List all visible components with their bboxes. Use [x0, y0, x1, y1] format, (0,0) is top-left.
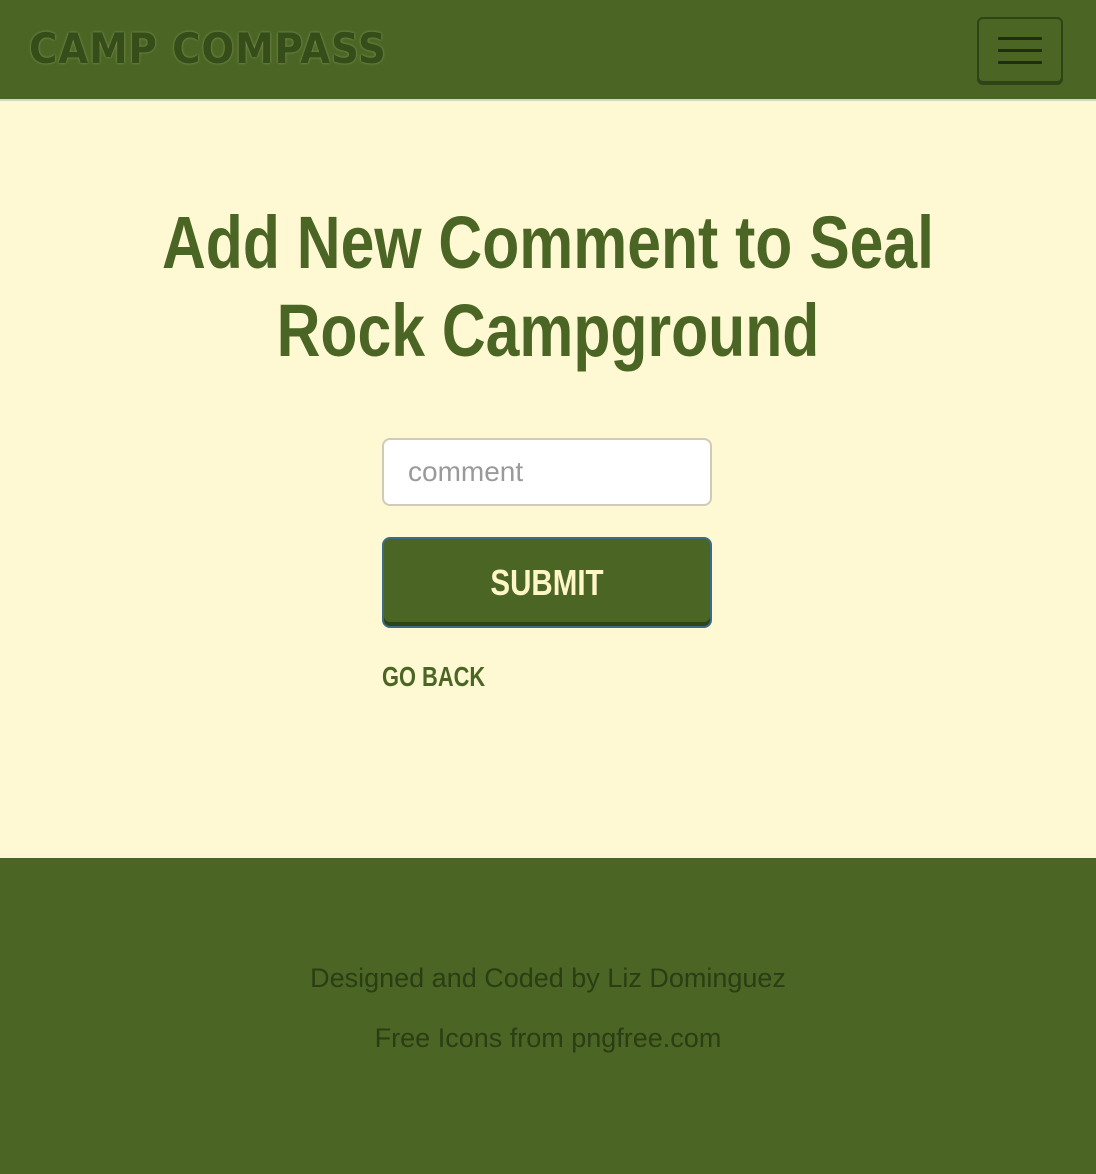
footer-credit: Designed and Coded by Liz Dominguez	[310, 963, 786, 993]
main-content: Add New Comment to Seal Rock Campground …	[0, 101, 1096, 858]
comment-input[interactable]	[382, 438, 712, 506]
go-back-link[interactable]: GO BACK	[382, 659, 485, 695]
brand-logo-link[interactable]: CAMP COMPASS	[29, 24, 387, 74]
submit-button[interactable]: SUBMIT	[382, 537, 712, 628]
page-title: Add New Comment to Seal Rock Campground	[161, 201, 935, 372]
hamburger-menu-button[interactable]	[977, 17, 1063, 83]
hamburger-menu-icon-bar	[998, 61, 1042, 64]
hamburger-menu-icon-bar	[998, 49, 1042, 52]
footer: Designed and Coded by Liz Dominguez Free…	[0, 858, 1096, 1174]
footer-icons-credit: Free Icons from pngfree.com	[374, 1023, 722, 1053]
hamburger-menu-icon	[998, 37, 1042, 40]
navbar: CAMP COMPASS	[0, 0, 1096, 101]
submit-button-label: SUBMIT	[490, 561, 604, 603]
